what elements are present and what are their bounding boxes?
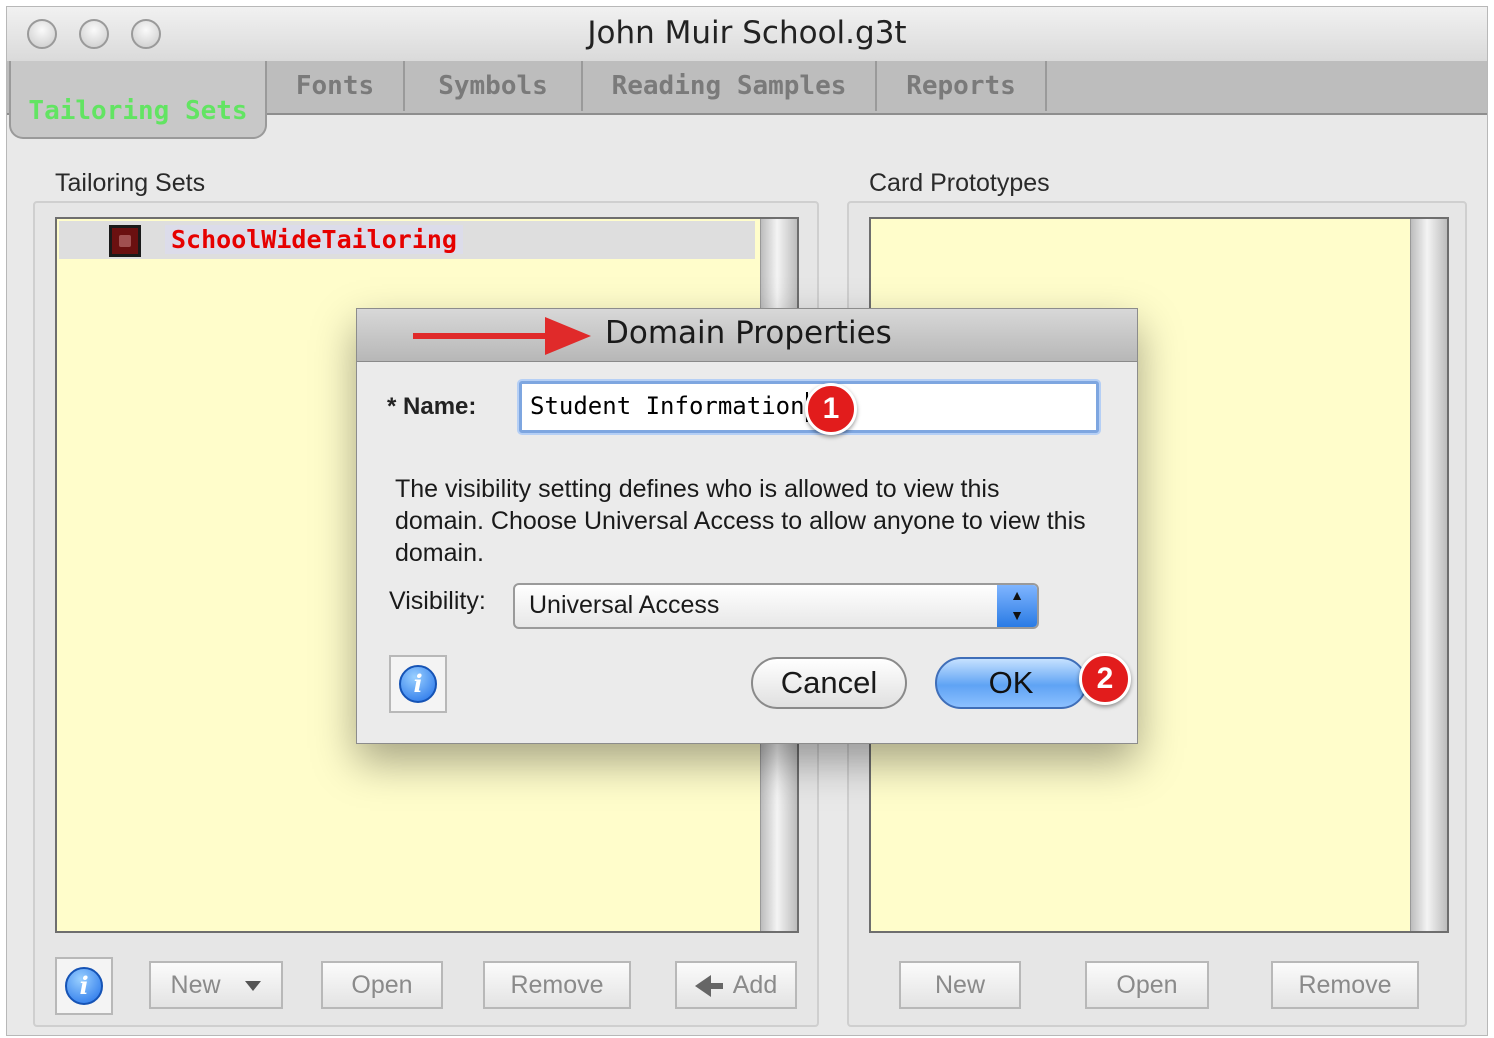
info-icon: i bbox=[399, 665, 437, 703]
chevron-down-icon bbox=[245, 981, 262, 992]
ok-button[interactable]: OK bbox=[935, 657, 1087, 709]
new-dropdown-button[interactable]: New bbox=[149, 961, 283, 1009]
add-button-label: Add bbox=[732, 971, 778, 999]
step-badge-1: 1 bbox=[805, 383, 857, 435]
title-bar: John Muir School.g3t bbox=[7, 7, 1487, 62]
add-button[interactable]: Add bbox=[675, 961, 797, 1009]
name-field-value: Student Information bbox=[530, 392, 805, 420]
annotation-arrow bbox=[413, 333, 553, 339]
visibility-label: Visibility: bbox=[389, 587, 486, 615]
visibility-description: The visibility setting defines who is al… bbox=[395, 475, 1086, 567]
window-title: John Muir School.g3t bbox=[587, 15, 907, 51]
tab-tailoring-sets[interactable]: Tailoring Sets bbox=[9, 61, 267, 139]
remove-card-button[interactable]: Remove bbox=[1271, 961, 1419, 1009]
dialog-info-button[interactable]: i bbox=[389, 655, 447, 713]
tab-reports[interactable]: Reports bbox=[877, 61, 1047, 111]
cancel-button[interactable]: Cancel bbox=[751, 657, 907, 709]
arrow-left-shaft bbox=[710, 983, 723, 990]
annotation-arrow-head bbox=[545, 317, 591, 355]
dialog-title-bar: Domain Properties bbox=[357, 309, 1137, 362]
step-badge-2: 2 bbox=[1079, 653, 1131, 705]
scrollbar[interactable] bbox=[1410, 219, 1447, 931]
visibility-select-value: Universal Access bbox=[529, 591, 720, 619]
tailoring-sets-label: Tailoring Sets bbox=[55, 169, 206, 197]
list-item-label: SchoolWideTailoring bbox=[165, 225, 463, 254]
domain-properties-dialog: Domain Properties * Name: Student Inform… bbox=[356, 308, 1138, 744]
tab-reading-samples[interactable]: Reading Samples bbox=[583, 61, 877, 111]
list-item[interactable]: SchoolWideTailoring bbox=[59, 221, 755, 259]
tab-symbols[interactable]: Symbols bbox=[405, 61, 583, 111]
tab-strip: Fonts Symbols Reading Samples Reports Ta… bbox=[7, 61, 1487, 139]
select-stepper-icon: ▲ ▼ bbox=[997, 585, 1037, 627]
info-icon: i bbox=[65, 967, 103, 1005]
dialog-title: Domain Properties bbox=[605, 315, 892, 351]
tailoring-set-icon bbox=[109, 225, 141, 257]
visibility-select[interactable]: Universal Access ▲ ▼ bbox=[513, 583, 1039, 629]
open-card-button[interactable]: Open bbox=[1085, 961, 1209, 1009]
open-button[interactable]: Open bbox=[321, 961, 443, 1009]
info-button[interactable]: i bbox=[55, 957, 113, 1015]
remove-button[interactable]: Remove bbox=[483, 961, 631, 1009]
name-label: * Name: bbox=[387, 393, 477, 420]
tab-fonts[interactable]: Fonts bbox=[267, 61, 405, 111]
new-card-button[interactable]: New bbox=[899, 961, 1021, 1009]
new-button-label: New bbox=[170, 971, 221, 999]
arrow-left-icon bbox=[694, 975, 711, 998]
card-prototypes-label: Card Prototypes bbox=[869, 169, 1050, 197]
